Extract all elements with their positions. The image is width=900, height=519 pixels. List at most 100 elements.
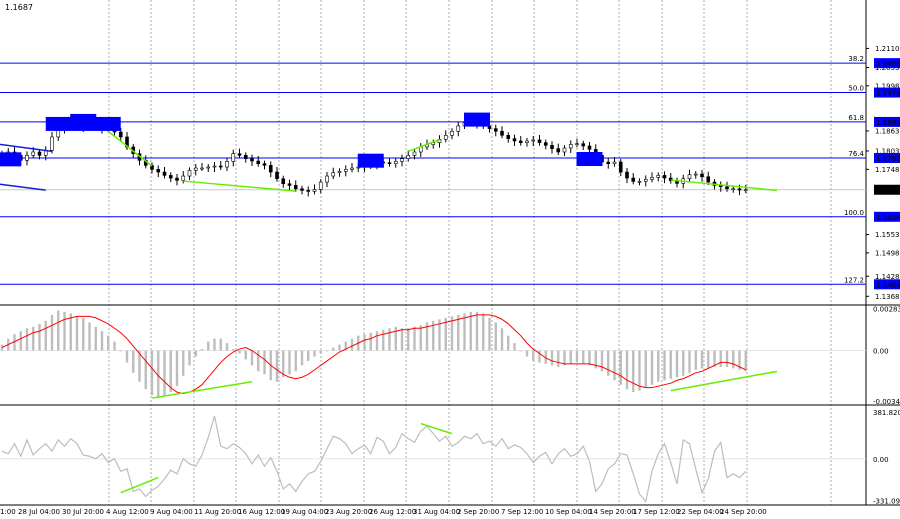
candle-body <box>275 171 279 180</box>
macd-histogram-bar <box>719 350 722 367</box>
candle-body <box>650 177 654 180</box>
macd-histogram-bar <box>563 350 566 366</box>
candle-body <box>287 183 292 186</box>
time-axis: 1:00 28 Jul 04:00 30 Jul 20:00 4 Aug 12:00 9… <box>0 508 767 516</box>
macd-histogram-bar <box>713 350 716 367</box>
chart-background <box>0 0 900 519</box>
candle-body <box>281 178 286 185</box>
macd-histogram-bar <box>194 350 197 357</box>
candle-body <box>687 174 692 180</box>
macd-histogram-bar <box>557 350 560 367</box>
x-tick-label: 14 Sep 20:00 <box>589 508 636 516</box>
candle-body <box>581 143 586 147</box>
macd-histogram-bar <box>494 322 497 351</box>
candle-body <box>443 134 448 140</box>
candle-body <box>606 161 611 164</box>
macd-histogram-bar <box>625 350 629 390</box>
price-tag-text: 1.2066 <box>876 60 900 68</box>
candle-body <box>337 171 342 174</box>
candle-body <box>731 188 736 191</box>
price-tag-text: 1.1606 <box>876 214 900 222</box>
x-tick-label: 19 Aug 04:00 <box>281 508 328 516</box>
macd-histogram-bar <box>519 350 522 352</box>
x-tick-label: 9 Aug 04:00 <box>150 508 193 516</box>
candle-body <box>300 188 304 191</box>
candle-body <box>237 153 242 156</box>
candle-body <box>25 155 29 161</box>
macd-histogram-bar <box>100 331 104 351</box>
candle-body <box>175 177 179 181</box>
macd-histogram-bar <box>107 335 110 351</box>
macd-histogram-bar <box>182 350 185 376</box>
candle-body <box>400 158 404 162</box>
candle-body <box>493 128 498 132</box>
candle-body <box>331 172 336 177</box>
fib-level-label: 61.8 <box>848 114 864 122</box>
macd-histogram-bar <box>500 328 504 351</box>
candle-body <box>693 173 698 176</box>
macd-histogram-bar <box>413 326 416 351</box>
candle-body <box>168 175 173 179</box>
macd-histogram-bar <box>57 310 60 351</box>
y-tick-label: 1.2110 <box>875 45 900 53</box>
macd-histogram-bar <box>125 350 129 363</box>
macd-histogram-bar <box>469 311 472 351</box>
y-tick-label: 1.1368 <box>875 293 900 301</box>
macd-histogram-bar <box>600 350 604 372</box>
macd-histogram-bar <box>32 326 35 351</box>
candle-body <box>412 151 417 156</box>
price-tag-text: 1.1978 <box>876 90 900 98</box>
macd-histogram-bar <box>532 350 535 361</box>
x-tick-label: 23 Aug 20:00 <box>325 508 372 516</box>
candle-body <box>662 175 667 179</box>
x-tick-label: 28 Jul 04:00 <box>18 508 60 516</box>
symbol-price-label: 1.1687 <box>5 3 33 12</box>
candle-body <box>456 125 461 132</box>
macd-histogram-bar <box>650 350 654 385</box>
macd-histogram-bar <box>232 349 235 351</box>
macd-histogram-bar <box>663 350 666 381</box>
macd-histogram-bar <box>607 350 610 376</box>
cci-y-tick-label: 381.8209 <box>873 409 900 417</box>
macd-histogram-bar <box>657 350 660 382</box>
macd-histogram-bar <box>613 350 616 381</box>
x-tick-label: 31 Aug 04:00 <box>413 508 460 516</box>
candle-body <box>618 161 623 173</box>
macd-histogram-bar <box>25 328 29 351</box>
candle-body <box>631 177 636 182</box>
candle-body <box>587 145 592 150</box>
candle-body <box>50 136 54 151</box>
macd-histogram-bar <box>44 320 47 351</box>
candle-body <box>218 165 223 168</box>
candle-body <box>156 169 161 173</box>
macd-histogram-bar <box>744 350 747 372</box>
candle-body <box>637 181 642 183</box>
candle-body <box>193 167 198 171</box>
macd-histogram-bar <box>400 328 404 351</box>
macd-histogram-bar <box>19 331 22 351</box>
macd-histogram-bar <box>94 326 97 351</box>
macd-histogram-bar <box>207 341 210 351</box>
macd-histogram-bar <box>682 350 685 376</box>
macd-histogram-bar <box>144 350 147 390</box>
cci-y-tick-label: -331.0996 <box>873 497 900 505</box>
x-tick-label: 1:00 <box>0 508 16 516</box>
candle-body <box>450 130 454 136</box>
level-box-marker <box>357 153 384 168</box>
candle-body <box>306 190 311 192</box>
macd-histogram-bar <box>263 350 266 375</box>
macd-histogram-bar <box>588 350 591 366</box>
candle-body <box>206 166 211 169</box>
macd-histogram-bar <box>275 350 279 382</box>
macd-histogram-bar <box>700 350 704 369</box>
macd-histogram-bar <box>694 350 697 370</box>
macd-histogram-bar <box>307 350 310 361</box>
candle-body <box>556 148 561 153</box>
macd-histogram-bar <box>325 350 329 352</box>
macd-histogram-bar <box>319 350 322 354</box>
candle-body <box>725 186 729 190</box>
fib-level-label: 76.4 <box>848 150 864 158</box>
macd-histogram-bar <box>75 316 79 351</box>
macd-histogram-bar <box>200 349 204 351</box>
macd-histogram-bar <box>257 350 260 372</box>
